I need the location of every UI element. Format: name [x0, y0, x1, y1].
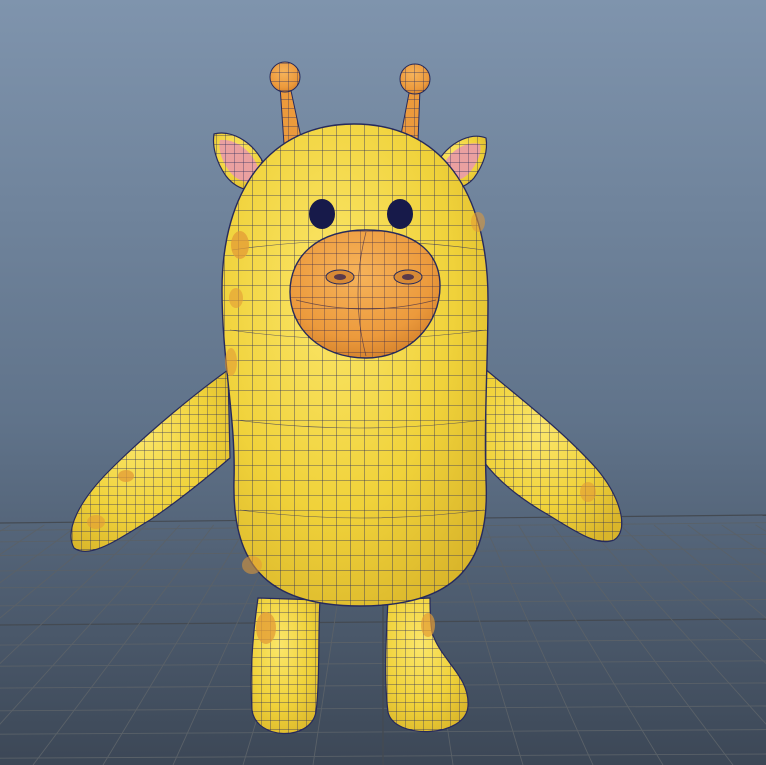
viewport-canvas[interactable] — [0, 0, 766, 765]
3d-viewport[interactable] — [0, 0, 766, 765]
left-leg[interactable] — [250, 597, 321, 735]
left-eye — [309, 199, 335, 229]
body[interactable] — [221, 123, 489, 607]
snout[interactable] — [289, 229, 441, 359]
right-eye — [387, 199, 413, 229]
right-nostril — [393, 269, 423, 285]
left-nostril — [325, 269, 355, 285]
